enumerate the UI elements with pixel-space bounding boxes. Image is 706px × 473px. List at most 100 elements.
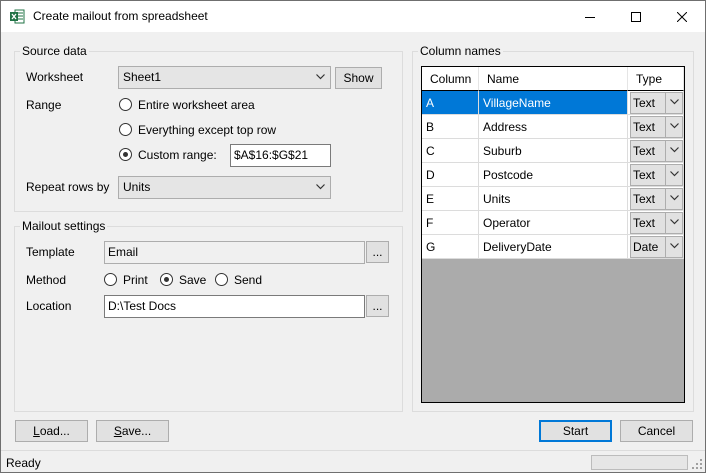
table-row[interactable]: C Suburb Text	[422, 139, 684, 163]
close-button[interactable]	[659, 1, 705, 32]
title-bar[interactable]: Create mailout from spreadsheet	[1, 1, 705, 32]
template-browse-button[interactable]: ...	[366, 241, 389, 263]
location-browse-button[interactable]: ...	[366, 295, 389, 317]
type-select[interactable]: Date	[630, 236, 683, 258]
cancel-button[interactable]: Cancel	[620, 420, 693, 442]
worksheet-value: Sheet1	[123, 70, 162, 84]
combo-divider	[665, 237, 666, 257]
template-field[interactable]: Email	[104, 241, 365, 264]
save-access-key: S	[113, 424, 122, 438]
template-value: Email	[108, 245, 139, 259]
method-print-radio[interactable]	[104, 273, 117, 286]
start-button[interactable]: Start	[539, 420, 612, 442]
chevron-down-icon	[670, 123, 679, 129]
name-cell[interactable]: Units	[479, 187, 628, 211]
type-select[interactable]: Text	[630, 140, 683, 162]
worksheet-label: Worksheet	[26, 70, 84, 84]
grid-header-row: Column Name Type	[422, 67, 684, 91]
table-row[interactable]: B Address Text	[422, 115, 684, 139]
chevron-down-icon	[316, 184, 325, 190]
type-select[interactable]: Text	[630, 188, 683, 210]
range-custom-label[interactable]: Custom range:	[138, 148, 217, 162]
name-cell[interactable]: Address	[479, 115, 628, 139]
chevron-down-icon	[316, 74, 325, 80]
range-custom-radio[interactable]	[119, 148, 132, 161]
method-label: Method	[26, 273, 67, 287]
type-value: Text	[633, 168, 656, 182]
show-button-label: Show	[343, 71, 374, 85]
repeat-rows-select[interactable]: Units	[118, 176, 331, 199]
header-type[interactable]: Type	[628, 67, 684, 91]
range-entire-label[interactable]: Entire worksheet area	[138, 98, 255, 112]
name-cell[interactable]: VillageName	[479, 91, 628, 115]
name-cell[interactable]: DeliveryDate	[479, 235, 628, 259]
chevron-down-icon	[670, 195, 679, 201]
name-cell[interactable]: Operator	[479, 211, 628, 235]
location-label: Location	[26, 299, 72, 313]
column-names-grid[interactable]: Column Name Type A VillageName Text B Ad…	[421, 66, 685, 403]
start-button-label: Start	[562, 424, 589, 438]
range-except-top-radio[interactable]	[119, 123, 132, 136]
column-cell[interactable]: E	[422, 187, 479, 211]
method-send-radio[interactable]	[215, 273, 228, 286]
header-column[interactable]: Column	[422, 67, 479, 91]
custom-range-input[interactable]: $A$16:$G$21	[230, 144, 331, 167]
column-cell[interactable]: B	[422, 115, 479, 139]
load-button[interactable]: Load...	[15, 420, 88, 442]
excel-icon	[10, 9, 25, 24]
template-label: Template	[26, 245, 75, 259]
range-label: Range	[26, 98, 62, 112]
type-select[interactable]: Text	[630, 116, 683, 138]
resize-grip-icon[interactable]	[692, 459, 703, 470]
table-row[interactable]: E Units Text	[422, 187, 684, 211]
minimize-icon	[585, 16, 595, 18]
mailout-dialog: Create mailout from spreadsheet Source d…	[0, 0, 706, 473]
type-select[interactable]: Text	[630, 92, 683, 114]
maximize-icon	[631, 11, 641, 22]
type-select[interactable]: Text	[630, 164, 683, 186]
maximize-button[interactable]	[613, 1, 659, 32]
range-except-top-label[interactable]: Everything except top row	[138, 123, 276, 137]
type-value: Date	[633, 240, 659, 254]
method-save-label[interactable]: Save	[179, 273, 206, 287]
template-browse-label: ...	[372, 245, 383, 259]
show-button[interactable]: Show	[335, 67, 382, 89]
repeat-rows-value: Units	[123, 180, 151, 194]
method-print-label[interactable]: Print	[123, 273, 148, 287]
worksheet-select[interactable]: Sheet1	[118, 66, 331, 89]
table-row[interactable]: D Postcode Text	[422, 163, 684, 187]
type-select[interactable]: Text	[630, 212, 683, 234]
name-cell[interactable]: Postcode	[479, 163, 628, 187]
table-row[interactable]: F Operator Text	[422, 211, 684, 235]
combo-divider	[665, 213, 666, 233]
column-cell[interactable]: F	[422, 211, 479, 235]
chevron-down-icon	[670, 219, 679, 225]
location-input[interactable]: D:\Test Docs	[104, 295, 365, 318]
column-cell[interactable]: D	[422, 163, 479, 187]
column-cell[interactable]: G	[422, 235, 479, 259]
location-browse-label: ...	[372, 299, 383, 313]
table-row[interactable]: G DeliveryDate Date	[422, 235, 684, 259]
load-label-rest: oad...	[39, 424, 70, 438]
name-cell[interactable]: Suburb	[479, 139, 628, 163]
type-value: Text	[633, 192, 656, 206]
type-value: Text	[633, 96, 656, 110]
source-data-title: Source data	[20, 44, 89, 58]
column-cell[interactable]: C	[422, 139, 479, 163]
combo-divider	[665, 117, 666, 137]
window-title: Create mailout from spreadsheet	[33, 9, 208, 23]
repeat-rows-label: Repeat rows by	[26, 180, 110, 194]
method-save-radio[interactable]	[160, 273, 173, 286]
load-button-label: Load...	[33, 424, 70, 438]
chevron-down-icon	[670, 99, 679, 105]
method-send-label[interactable]: Send	[234, 273, 262, 287]
table-row[interactable]: A VillageName Text	[422, 91, 684, 115]
header-name[interactable]: Name	[479, 67, 628, 91]
save-button[interactable]: Save...	[96, 420, 169, 442]
column-cell[interactable]: A	[422, 91, 479, 115]
range-entire-radio[interactable]	[119, 98, 132, 111]
close-icon	[677, 11, 687, 22]
combo-divider	[665, 141, 666, 161]
minimize-button[interactable]	[567, 1, 613, 32]
status-bar: Ready	[1, 450, 705, 472]
